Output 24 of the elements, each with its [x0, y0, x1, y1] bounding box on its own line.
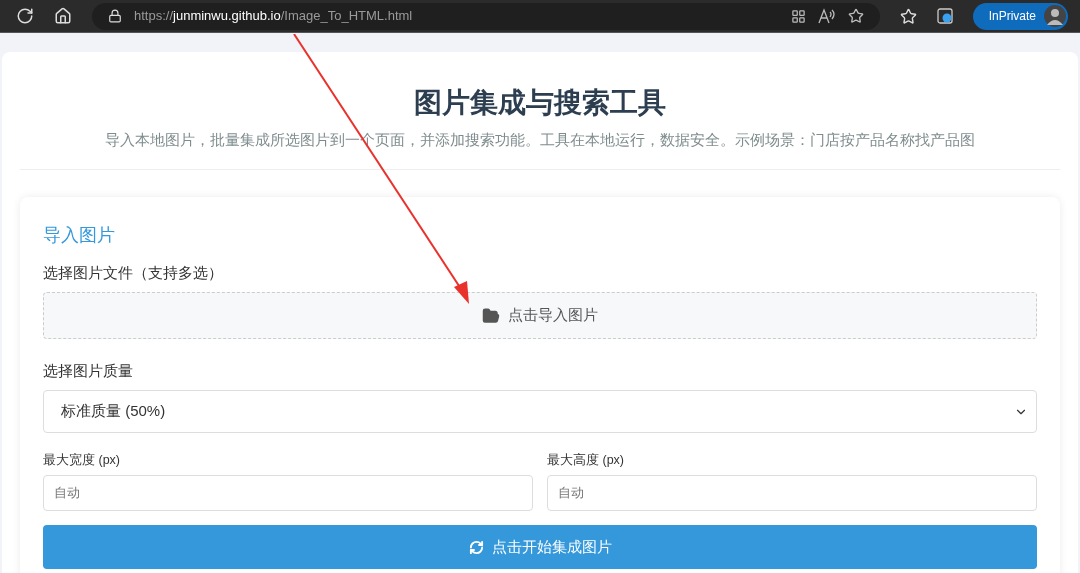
size-input[interactable]: 自动 — [547, 475, 1037, 511]
size-input[interactable]: 自动 — [43, 475, 533, 511]
quality-select[interactable]: 标准质量 (50%) — [43, 390, 1037, 433]
avatar-icon — [1044, 5, 1066, 27]
favorites-icon[interactable] — [899, 7, 917, 25]
browser-e-icon[interactable] — [936, 8, 953, 24]
home-icon[interactable] — [54, 7, 72, 25]
field-label: 选择图片文件（支持多选） — [43, 263, 224, 283]
add-favorite-icon[interactable] — [847, 8, 864, 24]
field-label: 选择图片质量 — [43, 361, 134, 381]
refresh-icon — [468, 539, 484, 555]
address-bar[interactable]: https://junminwu.github.io/Image_To_HTML.html — [92, 2, 880, 30]
grid-icon[interactable] — [790, 8, 806, 24]
inprivate-badge[interactable]: InPrivate — [972, 2, 1068, 30]
upload-button[interactable]: 点击导入图片 — [43, 292, 1037, 339]
lock-icon — [108, 9, 122, 23]
page-title: 图片集成与搜索工具 — [413, 86, 667, 120]
url-text: https://junminwu.github.io/Image_To_HTML.html — [134, 7, 413, 26]
reload-icon[interactable] — [16, 7, 34, 25]
folder-icon — [482, 306, 500, 325]
read-aloud-icon[interactable] — [817, 8, 836, 24]
field-label: 最大高度 (px) — [547, 452, 625, 469]
field-label: 最大宽度 (px) — [43, 452, 121, 469]
section-heading: 导入图片 — [43, 224, 116, 247]
